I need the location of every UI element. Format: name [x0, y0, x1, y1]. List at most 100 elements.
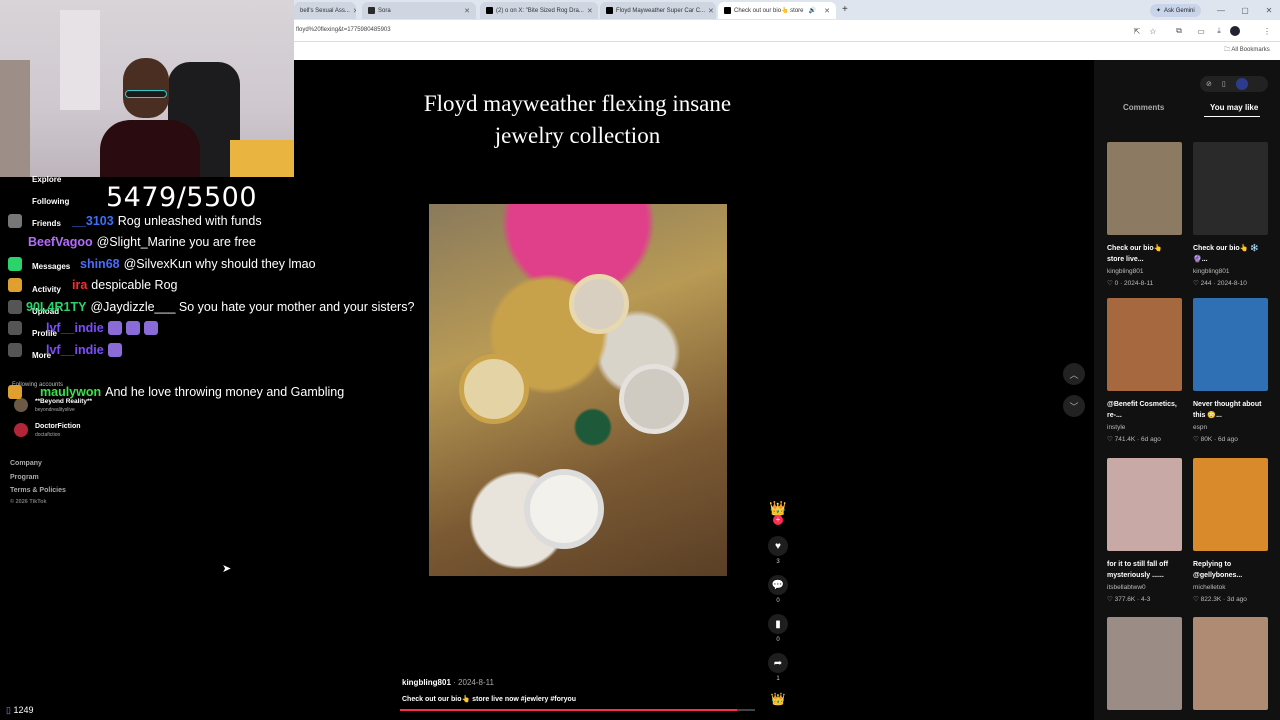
video-username[interactable]: espn: [1193, 424, 1207, 431]
phone-icon[interactable]: ▯: [1222, 80, 1226, 88]
video-caption[interactable]: Never thought about this 😳...: [1193, 399, 1265, 421]
video-thumbnail[interactable]: [1107, 298, 1182, 391]
tab-title: bell's Sexual Ass...: [300, 7, 350, 14]
badge-icon: [8, 321, 22, 335]
video-thumbnail[interactable]: [1107, 617, 1182, 710]
heart-icon: ♡: [1193, 280, 1201, 287]
browser-tab[interactable]: Floyd Mayweather Super Car C... ✕: [600, 2, 716, 19]
avatar[interactable]: [14, 423, 28, 437]
close-tab-icon[interactable]: ✕: [353, 7, 356, 15]
video-username[interactable]: michelletok: [1193, 584, 1226, 591]
share-count: 1: [776, 676, 780, 682]
browser-tab[interactable]: (2) o on X: "Bite Sized Rog Dra... ✕: [480, 2, 598, 19]
bookmark-star-icon[interactable]: ☆: [1148, 26, 1158, 36]
browser-tab-active[interactable]: Check out our bio👆 store 🔊 ✕: [718, 2, 836, 19]
video-username[interactable]: kingbling801: [1193, 268, 1230, 275]
nav-explore[interactable]: Explore: [32, 175, 61, 184]
browser-tab[interactable]: Sora ✕: [362, 2, 476, 19]
tiktok-favicon-icon: [724, 7, 731, 14]
video-author-line: kingbling801 · 2024-8-11: [402, 678, 494, 687]
footer-terms[interactable]: Terms & Policies: [10, 487, 66, 494]
chat-username: ira: [72, 278, 88, 292]
menu-kebab-icon[interactable]: ⋮: [1262, 26, 1272, 36]
video-thumbnail[interactable]: [1193, 617, 1268, 710]
chevron-up-icon: ︿: [1069, 369, 1079, 380]
close-tab-icon[interactable]: ✕: [708, 7, 714, 15]
tab-title: (2) o on X: "Bite Sized Rog Dra...: [496, 7, 584, 14]
url-field[interactable]: floyd%20flexing&t=1775980485903: [296, 27, 391, 33]
maximize-icon[interactable]: ▢: [1240, 5, 1250, 15]
minimize-icon[interactable]: —: [1216, 5, 1226, 15]
install-app-icon[interactable]: ⇱: [1132, 26, 1142, 36]
account-name[interactable]: DoctorFiction: [35, 423, 81, 430]
close-tab-icon[interactable]: ✕: [824, 7, 830, 15]
scroll-down-button[interactable]: ﹀: [1063, 395, 1085, 417]
footer-company[interactable]: Company: [10, 460, 42, 467]
browser-tab[interactable]: bell's Sexual Ass... ✕: [294, 2, 356, 19]
video-caption[interactable]: Replying to @gellybones...: [1193, 559, 1265, 581]
profile-avatar[interactable]: [1235, 78, 1248, 90]
video-caption[interactable]: Check our bio👆 store live...: [1107, 243, 1179, 265]
speaker-icon[interactable]: 🔊: [809, 7, 816, 14]
pillow-shape: [230, 140, 294, 177]
like-count: 3: [776, 559, 780, 565]
video-username[interactable]: itsbellabtww0: [1107, 584, 1146, 591]
video-caption[interactable]: for it to still fall off mysteriously ..…: [1107, 559, 1179, 581]
viewer-count-value: 1249: [13, 705, 34, 715]
scroll-up-button[interactable]: ︿: [1063, 363, 1085, 385]
chat-text: @SilvexKun why should they lmao: [123, 257, 316, 271]
settings-icon[interactable]: ⊘: [1206, 80, 1212, 88]
save-count: 0: [776, 637, 780, 643]
video-caption[interactable]: Check our bio👆 ❄️🔮...: [1193, 243, 1265, 265]
emote-icon: [107, 321, 122, 335]
chat-text: despicable Rog: [91, 278, 178, 292]
nav-following[interactable]: Following: [32, 197, 69, 206]
footer-program[interactable]: Program: [10, 474, 39, 481]
like-count: 80K: [1200, 436, 1213, 443]
chat-message: BeefVagoo @Slight_Marine you are free: [8, 235, 256, 249]
like-button[interactable]: ♥ 3: [768, 536, 788, 565]
watch-shape: [569, 274, 629, 334]
video-thumbnail[interactable]: [1107, 142, 1182, 235]
comment-button[interactable]: 💬 0: [768, 575, 788, 604]
video-username[interactable]: instyle: [1107, 424, 1125, 431]
close-tab-icon[interactable]: ✕: [464, 7, 470, 15]
video-thumbnail[interactable]: [1193, 298, 1268, 391]
sparkle-icon: ✦: [1156, 8, 1162, 14]
chat-username: shin68: [80, 257, 120, 271]
all-bookmarks-link[interactable]: 🗀 All Bookmarks: [1224, 45, 1270, 55]
video-caption[interactable]: @Benefit Cosmetics, re-...: [1107, 399, 1179, 421]
new-tab-icon[interactable]: +: [842, 4, 848, 15]
close-tab-icon[interactable]: ✕: [587, 7, 593, 15]
extensions-icon[interactable]: ⧉: [1174, 26, 1184, 36]
video-stats: ♡ 244 · 2024-8-10: [1193, 280, 1247, 287]
post-date: 3d ago: [1227, 596, 1247, 603]
emote-icon: [125, 321, 140, 335]
share-button[interactable]: ➦ 1: [768, 653, 788, 682]
video-thumbnail[interactable]: [1107, 458, 1182, 551]
ask-gemini-button[interactable]: ✦ Ask Gemini: [1150, 4, 1201, 17]
video-title-overlay: Floyd mayweather flexing insane jewelry …: [423, 91, 732, 148]
music-disc-icon[interactable]: 👑: [768, 692, 788, 708]
video-thumbnail[interactable]: [1193, 458, 1268, 551]
follow-plus-icon[interactable]: +: [773, 515, 783, 525]
account-name[interactable]: **Beyond Reality**: [35, 398, 92, 405]
close-window-icon[interactable]: ✕: [1264, 5, 1274, 15]
badge-icon: [8, 257, 22, 271]
tab-comments[interactable]: Comments: [1123, 103, 1164, 112]
tab-you-may-like[interactable]: You may like: [1210, 103, 1258, 112]
watch-shape: [619, 364, 689, 434]
save-button[interactable]: ▮ 0: [768, 614, 788, 643]
video-player[interactable]: [429, 204, 727, 576]
heart-icon: ♥: [768, 536, 788, 556]
video-thumbnail[interactable]: [1193, 142, 1268, 235]
streamer-shirt-shape: [100, 120, 200, 177]
cast-icon[interactable]: ▭: [1196, 26, 1206, 36]
profile-avatar[interactable]: [1230, 26, 1240, 36]
avatar[interactable]: [14, 398, 28, 412]
video-username[interactable]: kingbling801: [1107, 268, 1144, 275]
post-date: 6d ago: [1218, 436, 1238, 443]
panel-controls: ⊘ ▯: [1200, 76, 1268, 92]
download-icon[interactable]: ⤓: [1214, 26, 1224, 36]
author-name[interactable]: kingbling801: [402, 678, 451, 687]
